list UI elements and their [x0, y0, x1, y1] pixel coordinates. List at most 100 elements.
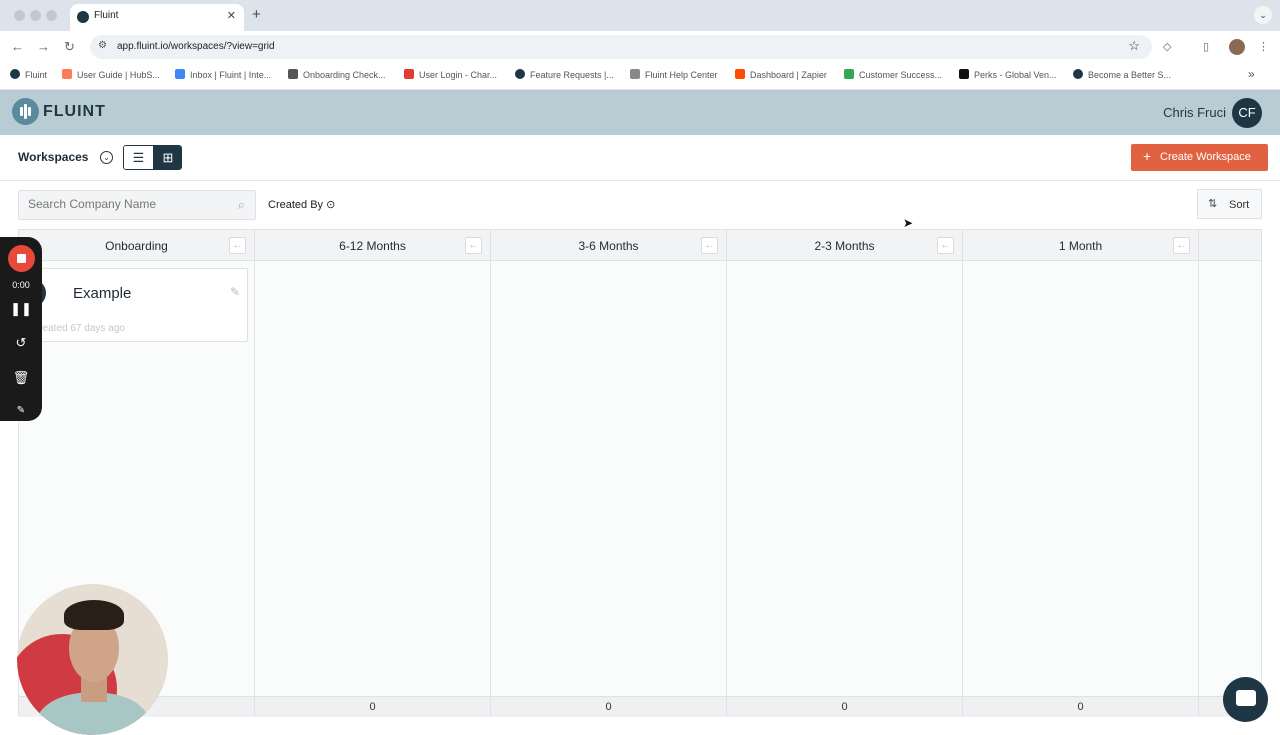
arrow-left-icon[interactable]: ← — [465, 237, 482, 254]
column-title: 2-3 Months — [814, 239, 875, 253]
mouse-cursor-icon: ➤ — [903, 216, 914, 230]
column-count: 0 — [369, 701, 376, 713]
logo-text[interactable]: FLUINT — [43, 103, 106, 121]
tab-title: Fluint — [94, 10, 119, 21]
bookmark-item[interactable]: User Login - Char... — [404, 69, 497, 80]
recorder-toolbar: 0:00 ❚❚ ↺ 🗑 ✎ — [0, 237, 42, 421]
workspace-card[interactable]: E Example ✎ Created 67 days ago — [23, 268, 248, 342]
bookmark-favicon-icon — [62, 69, 72, 79]
workspace-board: Onboarding ← E Example ✎ Created 67 days… — [18, 229, 1262, 717]
restart-icon[interactable]: ↺ — [0, 335, 42, 351]
create-workspace-button[interactable]: + Create Workspace — [1131, 144, 1268, 171]
column-title: Onboarding — [105, 239, 168, 253]
pencil-icon[interactable]: ✎ — [230, 285, 240, 299]
bookmark-favicon-icon — [404, 69, 414, 79]
column-header: 2-3 Months ← — [727, 230, 962, 261]
search-box: ⌕ — [18, 190, 256, 220]
column-count: 0 — [605, 701, 612, 713]
new-tab-icon[interactable]: + — [252, 6, 261, 23]
chat-button[interactable] — [1223, 677, 1268, 722]
bookmark-item[interactable]: Feature Requests |... — [515, 69, 614, 80]
user-avatar[interactable]: CF — [1232, 98, 1262, 128]
bookmark-item[interactable]: Dashboard | Zapier — [735, 69, 827, 80]
bookmark-item[interactable]: User Guide | HubS... — [62, 69, 160, 80]
sort-icon: ⇅ — [1208, 198, 1218, 210]
created-by-filter[interactable]: Created By ⊙ — [268, 198, 335, 211]
tab-close-icon[interactable]: ✕ — [227, 9, 236, 22]
bookmark-favicon-icon — [735, 69, 745, 79]
back-icon[interactable]: ← — [11, 39, 24, 54]
column-footer: 0 — [727, 696, 962, 717]
window-minimize-dot[interactable] — [30, 10, 41, 21]
draw-icon[interactable]: ✎ — [0, 405, 42, 416]
browser-menu-icon[interactable]: ⋮ — [1258, 40, 1269, 53]
app-header: FLUINT Chris Fruci CF — [0, 90, 1280, 135]
browser-toolbar: ← → ↻ ⚙ app.fluint.io/workspaces/?view=g… — [0, 31, 1280, 63]
bookmark-item[interactable]: Become a Better S... — [1073, 69, 1171, 80]
recording-timer: 0:00 — [12, 280, 30, 290]
browser-tab[interactable]: Fluint ✕ — [70, 4, 244, 31]
trash-icon[interactable]: 🗑 — [0, 370, 42, 386]
search-icon: ⌕ — [237, 197, 245, 212]
fluint-favicon-icon — [77, 11, 89, 23]
page-title[interactable]: Workspaces — [18, 150, 88, 164]
search-input[interactable] — [28, 197, 228, 211]
column-header: Onboarding ← — [19, 230, 254, 261]
bookmark-favicon-icon — [630, 69, 640, 79]
column-header — [1199, 230, 1261, 261]
stop-recording-button[interactable] — [8, 245, 35, 272]
column-count: 0 — [1077, 701, 1084, 713]
fluint-logo-icon[interactable] — [12, 98, 39, 125]
board-column-partial — [1199, 230, 1261, 717]
bookmark-item[interactable]: Inbox | Fluint | Inte... — [175, 69, 271, 80]
window-close-dot[interactable] — [14, 10, 25, 21]
board-column: 2-3 Months ← 0 — [727, 230, 963, 717]
list-view-icon[interactable]: ☰ — [124, 146, 153, 169]
arrow-left-icon[interactable]: ← — [701, 237, 718, 254]
column-footer: 0 — [491, 696, 726, 717]
address-bar[interactable]: ⚙ app.fluint.io/workspaces/?view=grid ☆ — [90, 35, 1152, 59]
arrow-left-icon[interactable]: ← — [1173, 237, 1190, 254]
bookmark-favicon-icon — [515, 69, 525, 79]
bookmark-item[interactable]: Perks - Global Ven... — [959, 69, 1057, 80]
chat-icon — [1236, 690, 1256, 706]
column-title: 6-12 Months — [339, 239, 406, 253]
sort-label: Sort — [1229, 199, 1250, 211]
tab-search-icon[interactable]: ⌄ — [1254, 6, 1272, 24]
side-panel-icon[interactable]: ▯ — [1203, 40, 1209, 53]
bookmark-favicon-icon — [288, 69, 298, 79]
url-text[interactable]: app.fluint.io/workspaces/?view=grid — [117, 41, 275, 52]
column-title: 3-6 Months — [578, 239, 639, 253]
pause-icon[interactable]: ❚❚ — [0, 301, 42, 317]
profile-avatar[interactable] — [1229, 39, 1245, 55]
column-title: 1 Month — [1058, 239, 1103, 253]
bookmark-item[interactable]: Fluint Help Center — [630, 69, 718, 80]
chevron-down-icon[interactable]: ⌄ — [100, 151, 113, 164]
grid-view-icon[interactable]: ⊞ — [153, 146, 181, 169]
arrow-left-icon[interactable]: ← — [937, 237, 954, 254]
create-workspace-label: Create Workspace — [1160, 151, 1251, 163]
column-header: 6-12 Months ← — [255, 230, 490, 261]
workspace-created-meta: Created 67 days ago — [32, 323, 125, 334]
extensions-icon[interactable]: ◇ — [1163, 40, 1171, 53]
reload-icon[interactable]: ↻ — [64, 39, 75, 55]
bookmark-item[interactable]: Fluint — [10, 69, 47, 80]
sort-button[interactable]: ⇅ Sort — [1197, 189, 1262, 219]
bookmark-item[interactable]: Customer Success... — [844, 69, 942, 80]
site-info-icon[interactable]: ⚙ — [98, 40, 107, 51]
forward-icon[interactable]: → — [37, 39, 50, 54]
bookmark-favicon-icon — [959, 69, 969, 79]
bookmark-favicon-icon — [1073, 69, 1083, 79]
webcam-bubble[interactable] — [17, 584, 168, 735]
arrow-left-icon[interactable]: ← — [229, 237, 246, 254]
bookmark-star-icon[interactable]: ☆ — [1128, 38, 1140, 54]
window-zoom-dot[interactable] — [46, 10, 57, 21]
bookmark-item[interactable]: Onboarding Check... — [288, 69, 386, 80]
view-toggle: ☰ ⊞ — [123, 145, 182, 170]
workspace-name[interactable]: Example — [73, 285, 131, 302]
bookmarks-overflow-icon[interactable]: » — [1248, 67, 1255, 81]
user-name[interactable]: Chris Fruci — [1163, 105, 1226, 120]
bookmark-favicon-icon — [175, 69, 185, 79]
board-column: 3-6 Months ← 0 — [491, 230, 727, 717]
board-column: 1 Month ← 0 — [963, 230, 1199, 717]
